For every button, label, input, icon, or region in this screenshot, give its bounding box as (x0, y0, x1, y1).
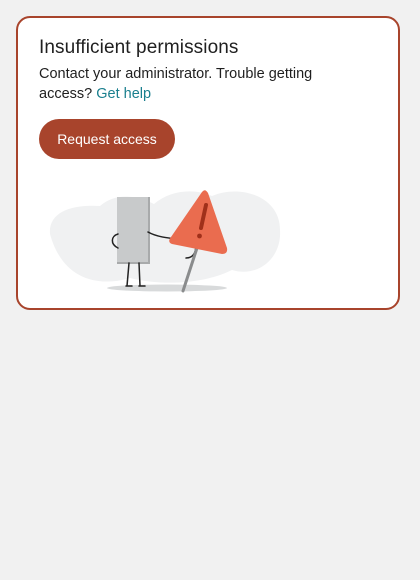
ground-shadow (107, 284, 227, 292)
permission-illustration (49, 190, 281, 293)
message-text: Contact your administrator. Trouble gett… (39, 66, 313, 102)
permission-card: Insufficient permissions Contact your ad… (16, 16, 400, 310)
dialog-title: Insufficient permissions (39, 37, 239, 58)
dialog-message: Contact your administrator. Trouble gett… (39, 64, 369, 104)
get-help-link[interactable]: Get help (96, 86, 151, 102)
request-access-button[interactable]: Request access (39, 119, 175, 159)
